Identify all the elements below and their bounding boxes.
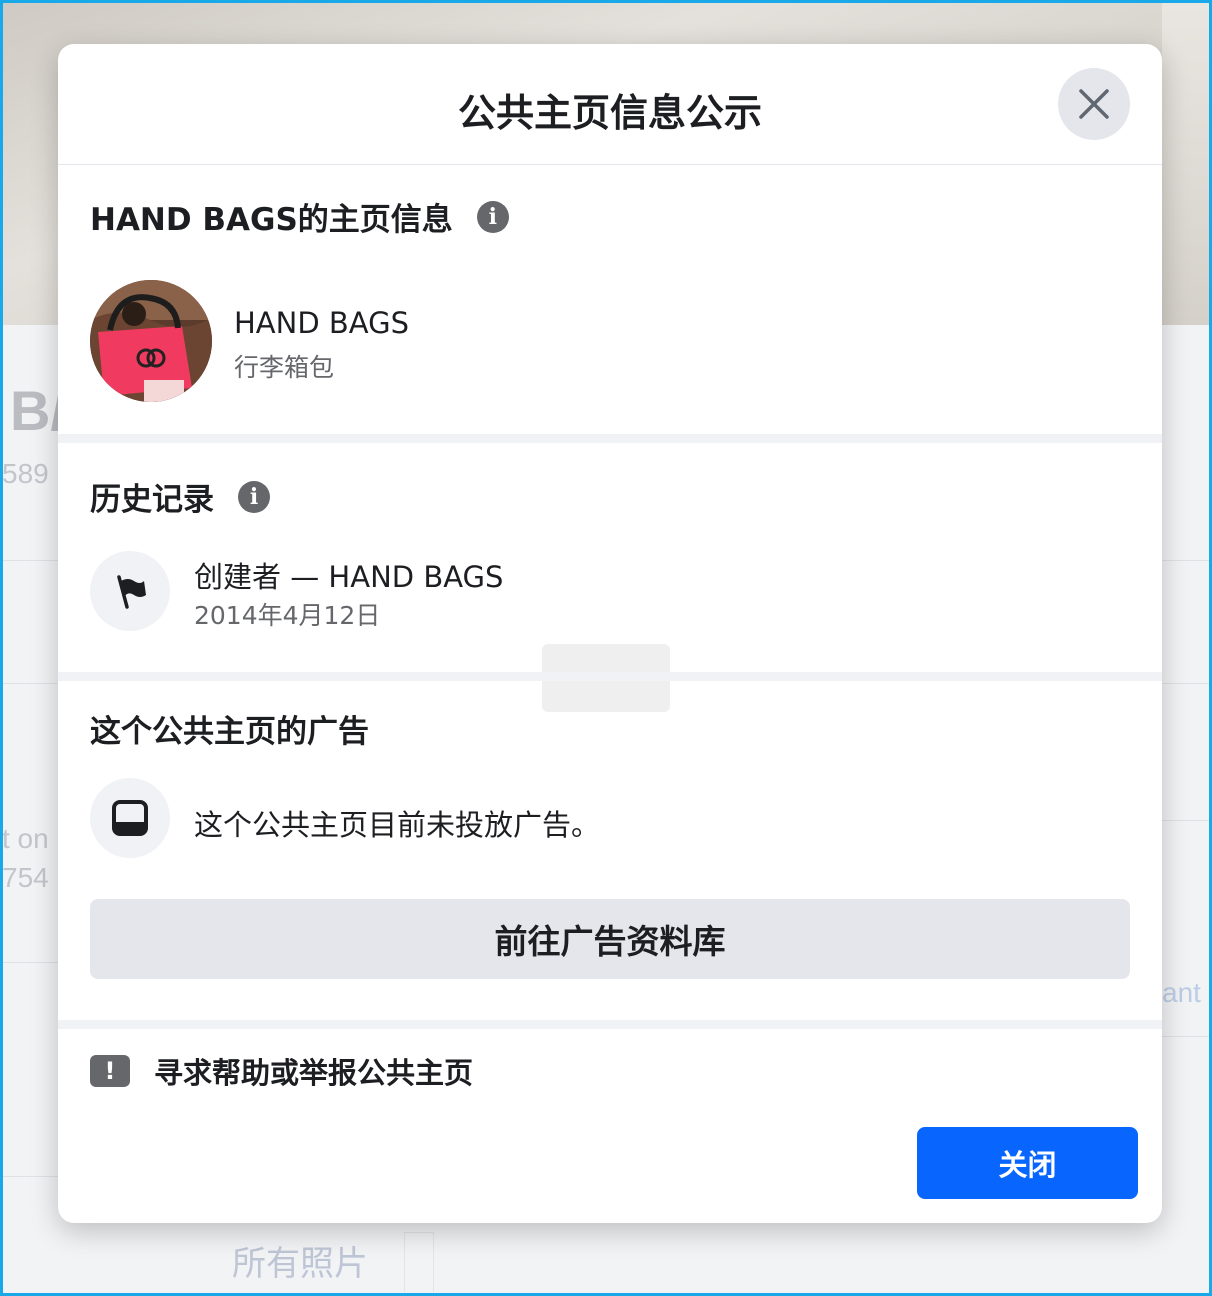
report-page-link[interactable]: ! 寻求帮助或举报公共主页 [90, 1050, 473, 1092]
background-divider [1162, 683, 1209, 684]
history-item-title: 创建者 — HAND BAGS [194, 560, 504, 594]
ad-device-icon [112, 800, 148, 836]
section-divider [58, 1020, 1162, 1029]
alert-icon: ! [90, 1055, 130, 1087]
close-icon-button[interactable] [1058, 68, 1130, 140]
cover-photo-edge [1162, 3, 1209, 325]
page-info-heading: HAND BAGS的主页信息 i [90, 194, 509, 239]
page-category: 行李箱包 [234, 353, 335, 382]
background-text: t on [2, 823, 49, 854]
background-stat: 589 ( [2, 458, 66, 489]
report-page-label: 寻求帮助或举报公共主页 [154, 1056, 474, 1090]
ads-heading: 这个公共主页的广告 [90, 706, 369, 751]
background-divider [3, 683, 58, 684]
dialog-title: 公共主页信息公示 [457, 91, 762, 135]
avatar[interactable] [90, 280, 212, 402]
history-heading: 历史记录 i [90, 474, 270, 519]
section-divider [58, 672, 1162, 681]
dialog-header: 公共主页信息公示 [58, 44, 1162, 165]
history-item-date: 2014年4月12日 [194, 601, 381, 630]
info-icon[interactable]: i [238, 480, 270, 513]
background-link: ant [1162, 977, 1201, 1008]
page-name[interactable]: HAND BAGS [234, 306, 409, 340]
history-heading-text: 历史记录 [90, 482, 214, 518]
section-divider [58, 434, 1162, 443]
ads-status-text: 这个公共主页目前未投放广告。 [194, 808, 601, 842]
close-button[interactable]: 关闭 [917, 1127, 1138, 1199]
background-tab-divider [404, 1232, 434, 1292]
page-info-heading-text: HAND BAGS的主页信息 [90, 202, 453, 238]
ads-heading-text: 这个公共主页的广告 [90, 714, 369, 750]
avatar-image [90, 280, 212, 402]
background-divider [1162, 1036, 1209, 1037]
background-text: 754 [2, 862, 49, 893]
background-divider [1162, 820, 1209, 821]
ad-library-button[interactable]: 前往广告资料库 [90, 899, 1130, 979]
close-icon [1079, 89, 1109, 119]
flag-icon [117, 575, 146, 609]
page-transparency-dialog: 公共主页信息公示 HAND BAGS的主页信息 i HAND BAGS 行李箱包… [58, 44, 1162, 1223]
info-icon[interactable]: i [476, 200, 509, 233]
background-divider [3, 1176, 58, 1177]
background-photos-tab: 所有照片 [232, 1244, 368, 1284]
flag-icon-badge [90, 551, 170, 631]
ads-icon-badge [90, 778, 170, 858]
background-divider [1162, 560, 1209, 561]
background-divider [3, 560, 58, 561]
background-divider [3, 962, 58, 963]
